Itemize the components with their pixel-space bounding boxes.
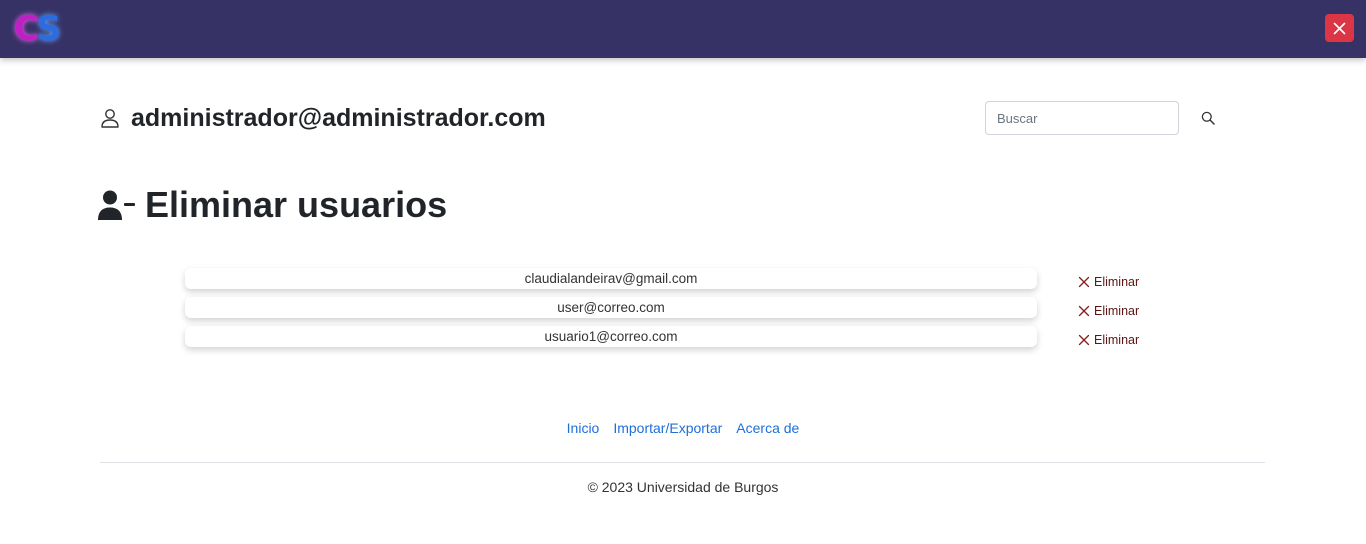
user-list: claudialandeirav@gmail.com Eliminar user… [185, 268, 1145, 355]
current-user-email: administrador@administrador.com [131, 103, 546, 132]
search-icon [1201, 111, 1215, 125]
search-button[interactable] [1196, 107, 1220, 129]
user-row: claudialandeirav@gmail.com Eliminar [185, 268, 1145, 297]
user-row: usuario1@correo.com Eliminar [185, 326, 1145, 355]
delete-user-button[interactable]: Eliminar [1078, 302, 1139, 320]
x-icon [1078, 334, 1090, 346]
copyright-text: © 2023 Universidad de Burgos [587, 479, 779, 495]
delete-user-button[interactable]: Eliminar [1078, 331, 1139, 349]
page-heading: Eliminar usuarios [98, 180, 447, 230]
footer-link-importar-exportar[interactable]: Importar/Exportar [613, 420, 722, 436]
user-minus-icon [98, 190, 135, 220]
search-input[interactable] [985, 101, 1179, 135]
person-icon [100, 107, 122, 129]
current-user: administrador@administrador.com [100, 100, 546, 136]
footer-link-inicio[interactable]: Inicio [567, 420, 600, 436]
user-row: user@correo.com Eliminar [185, 297, 1145, 326]
delete-user-button[interactable]: Eliminar [1078, 273, 1139, 291]
delete-label: Eliminar [1094, 333, 1140, 347]
footer-divider [100, 462, 1265, 463]
close-icon [1333, 22, 1346, 34]
x-icon [1078, 305, 1090, 317]
logo-letter-c: C [14, 9, 40, 49]
user-email-pill: claudialandeirav@gmail.com [185, 268, 1037, 289]
footer-nav: Inicio Importar/Exportar Acerca de [0, 420, 1366, 436]
logo-wordmark: CS [14, 9, 61, 49]
logo-letter-s: S [36, 9, 61, 49]
delete-label: Eliminar [1094, 304, 1140, 318]
user-email-pill: user@correo.com [185, 297, 1037, 318]
app-logo[interactable]: CS [14, 9, 76, 49]
top-navbar: CS [0, 0, 1366, 58]
footer-link-acerca-de[interactable]: Acerca de [736, 420, 799, 436]
delete-label: Eliminar [1094, 275, 1140, 289]
page-title: Eliminar usuarios [145, 184, 448, 225]
x-icon [1078, 276, 1090, 288]
user-email-pill: usuario1@correo.com [185, 326, 1037, 347]
logout-button[interactable] [1325, 14, 1354, 42]
